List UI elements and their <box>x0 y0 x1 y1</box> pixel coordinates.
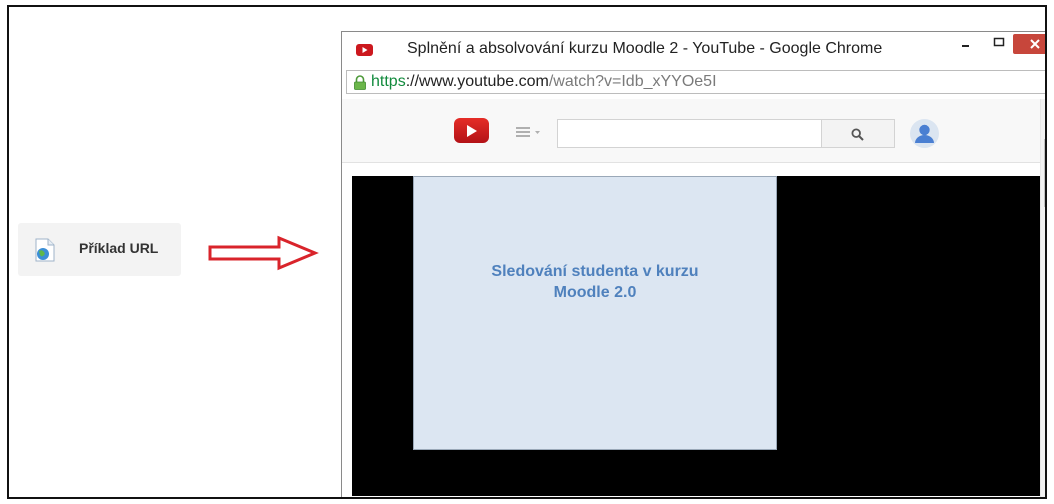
url-scheme: https <box>371 73 406 90</box>
youtube-logo[interactable] <box>454 118 489 143</box>
menu-icon[interactable] <box>516 125 544 139</box>
maximize-icon <box>993 37 1005 47</box>
window-titlebar[interactable]: Splnění a absolvování kurzu Moodle 2 - Y… <box>342 32 1045 66</box>
address-bar[interactable]: https://www.youtube.com/watch?v=Idb_xYYO… <box>346 70 1045 94</box>
close-icon <box>1030 39 1040 49</box>
search-button[interactable] <box>822 119 895 148</box>
minimize-button[interactable] <box>952 34 978 58</box>
search-icon <box>851 128 864 141</box>
url-host: ://www.youtube.com <box>405 73 549 90</box>
video-slide-title: Sledování studenta v kurzu Moodle 2.0 <box>414 261 776 303</box>
youtube-masthead <box>342 99 1040 163</box>
url-text: https://www.youtube.com/watch?v=Idb_xYYO… <box>371 73 717 91</box>
video-slide: Sledování studenta v kurzu Moodle 2.0 <box>413 176 777 450</box>
url-path: /watch?v=Idb_xYYOe5I <box>548 73 717 90</box>
window-title: Splnění a absolvování kurzu Moodle 2 - Y… <box>407 40 883 57</box>
vertical-scrollbar[interactable] <box>1040 99 1047 497</box>
minimize-icon <box>962 45 969 47</box>
video-slide-line-1: Sledování studenta v kurzu <box>491 263 699 280</box>
search-input[interactable] <box>557 119 822 148</box>
scroll-up-icon[interactable] <box>1045 105 1047 110</box>
right-arrow-icon <box>208 235 319 271</box>
scrollbar-thumb[interactable] <box>1044 139 1045 207</box>
url-resource-icon <box>35 238 55 262</box>
url-resource-label: Příklad URL <box>79 240 159 256</box>
video-slide-line-2: Moodle 2.0 <box>553 284 637 301</box>
user-avatar-icon[interactable] <box>910 119 939 148</box>
screenshot-frame: Příklad URL Splnění a absolvování kurzu … <box>7 5 1047 499</box>
youtube-favicon <box>356 44 373 56</box>
chrome-popup-window: Splnění a absolvování kurzu Moodle 2 - Y… <box>341 31 1047 497</box>
lock-icon <box>354 75 366 90</box>
content-spacer <box>342 163 1040 176</box>
video-player[interactable]: Sledování studenta v kurzu Moodle 2.0 <box>352 176 1040 496</box>
maximize-button[interactable] <box>986 34 1012 58</box>
close-button[interactable] <box>1013 34 1045 54</box>
url-resource-link[interactable]: Příklad URL <box>18 223 181 276</box>
